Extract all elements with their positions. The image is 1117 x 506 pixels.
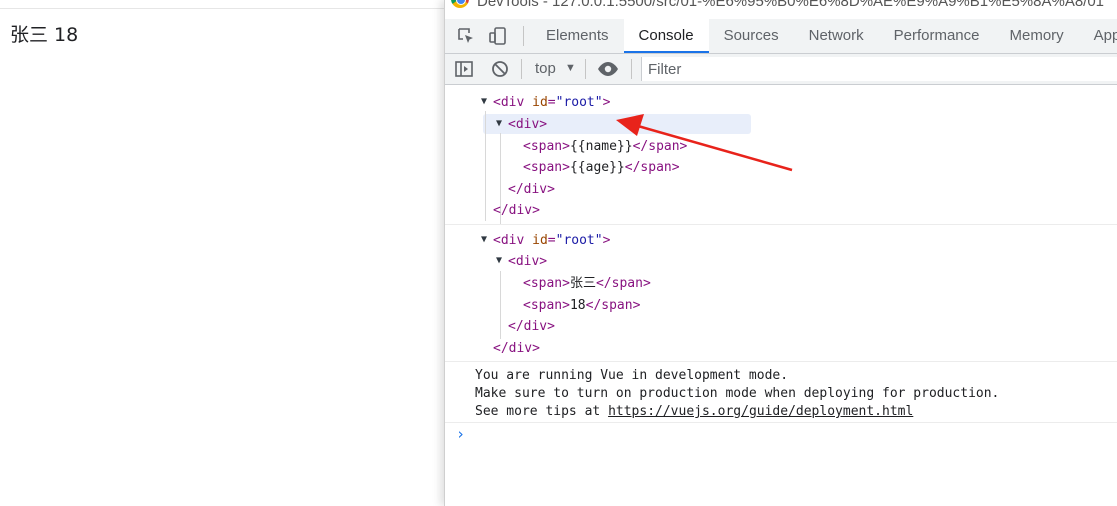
annotation-arrow	[616, 114, 793, 172]
